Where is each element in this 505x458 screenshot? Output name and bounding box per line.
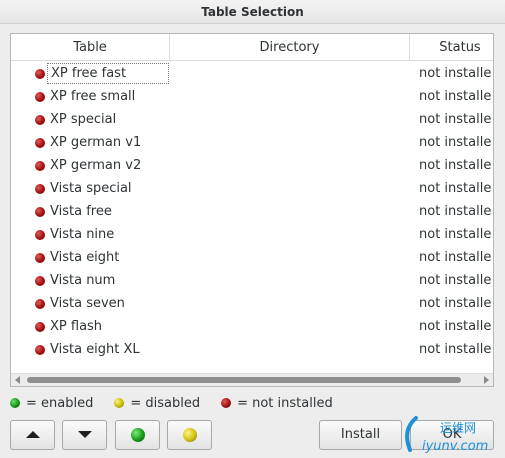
enable-button[interactable] [115, 420, 160, 450]
table-row[interactable]: XP special not installe [11, 108, 493, 131]
not-installed-status-icon [35, 230, 45, 240]
table-row[interactable]: Vista nine not installe [11, 223, 493, 246]
status-cell: not installe [419, 181, 492, 196]
status-cell: not installe [419, 273, 492, 288]
move-up-button[interactable] [10, 420, 55, 450]
table-name-cell: XP german v1 [50, 135, 142, 150]
window-title: Table Selection [201, 5, 304, 19]
table-name-cell: XP special [50, 112, 117, 127]
table-name-cell: Vista num [50, 273, 116, 288]
scroll-right-icon[interactable] [484, 376, 489, 384]
table-name-cell: Vista special [50, 181, 132, 196]
not-installed-dot-icon [221, 398, 232, 408]
legend-disabled: = disabled [114, 396, 200, 411]
column-header-directory[interactable]: Directory [170, 34, 410, 61]
not-installed-status-icon [35, 322, 45, 332]
table-list[interactable]: Table Directory Status XP free fast not … [10, 33, 494, 387]
horizontal-scrollbar[interactable] [11, 373, 493, 386]
table-name-cell: Vista eight XL [50, 342, 140, 357]
status-legend: = enabled = disabled = not installed [10, 396, 354, 412]
status-cell: not installe [419, 89, 492, 104]
not-installed-status-icon [35, 138, 45, 148]
disabled-dot-icon [114, 398, 125, 408]
table-row[interactable]: Vista free not installe [11, 200, 493, 223]
table-name-cell: XP flash [50, 319, 103, 334]
triangle-up-icon [25, 431, 40, 438]
triangle-down-icon [77, 431, 92, 438]
green-dot-icon [130, 427, 145, 442]
table-row[interactable]: XP german v1 not installe [11, 131, 493, 154]
not-installed-status-icon [35, 276, 45, 286]
table-name-cell: XP german v2 [50, 158, 142, 173]
status-cell: not installe [419, 204, 492, 219]
table-row[interactable]: XP german v2 not installe [11, 154, 493, 177]
enabled-dot-icon [10, 398, 20, 408]
not-installed-status-icon [35, 253, 45, 263]
not-installed-status-icon [35, 161, 45, 171]
status-cell: not installe [419, 319, 492, 334]
status-cell: not installe [419, 296, 492, 311]
table-row[interactable]: Vista special not installe [11, 177, 493, 200]
not-installed-status-icon [35, 184, 45, 194]
status-cell: not installe [419, 135, 492, 150]
install-button[interactable]: Install [319, 420, 402, 450]
table-row[interactable]: XP free fast not installe [11, 62, 493, 85]
table-row[interactable]: Vista seven not installe [11, 292, 493, 315]
table-row[interactable]: XP flash not installe [11, 315, 493, 338]
not-installed-status-icon [35, 207, 45, 217]
move-down-button[interactable] [62, 420, 107, 450]
legend-enabled: = enabled [10, 396, 93, 411]
yellow-dot-icon [182, 427, 197, 442]
scroll-left-icon[interactable] [15, 376, 20, 384]
status-cell: not installe [419, 342, 492, 357]
disable-button[interactable] [167, 420, 212, 450]
not-installed-status-icon [35, 345, 45, 355]
table-row[interactable]: Vista eight not installe [11, 246, 493, 269]
table-name-cell: Vista nine [50, 227, 115, 242]
table-name-cell: Vista seven [50, 296, 125, 311]
column-header-table[interactable]: Table [11, 34, 170, 61]
table-name-cell: XP free small [50, 89, 136, 104]
table-row[interactable]: XP free small not installe [11, 85, 493, 108]
scrollbar-thumb[interactable] [27, 377, 461, 383]
status-cell: not installe [419, 227, 492, 242]
legend-not-installed-label: = not installed [237, 396, 333, 411]
table-row[interactable]: Vista eight XL not installe [11, 338, 493, 361]
not-installed-status-icon [35, 92, 45, 102]
status-cell: not installe [419, 112, 492, 127]
legend-enabled-label: = enabled [26, 396, 94, 411]
not-installed-status-icon [35, 299, 45, 309]
column-header-status[interactable]: Status [410, 34, 493, 61]
not-installed-status-icon [35, 69, 45, 79]
status-cell: not installe [419, 250, 492, 265]
ok-button[interactable]: OK [410, 420, 494, 450]
table-row[interactable]: Vista num not installe [11, 269, 493, 292]
table-name-cell: Vista free [50, 204, 112, 219]
status-cell: not installe [419, 158, 492, 173]
window-titlebar: Table Selection [0, 0, 505, 24]
status-cell: not installe [419, 66, 492, 81]
legend-not-installed: = not installed [221, 396, 333, 411]
table-header: Table Directory Status [11, 34, 493, 61]
table-name-cell: XP free fast [47, 63, 169, 84]
not-installed-status-icon [35, 115, 45, 125]
legend-disabled-label: = disabled [130, 396, 201, 411]
table-name-cell: Vista eight [50, 250, 120, 265]
table-body: XP free fast not installe XP free small … [11, 62, 493, 361]
